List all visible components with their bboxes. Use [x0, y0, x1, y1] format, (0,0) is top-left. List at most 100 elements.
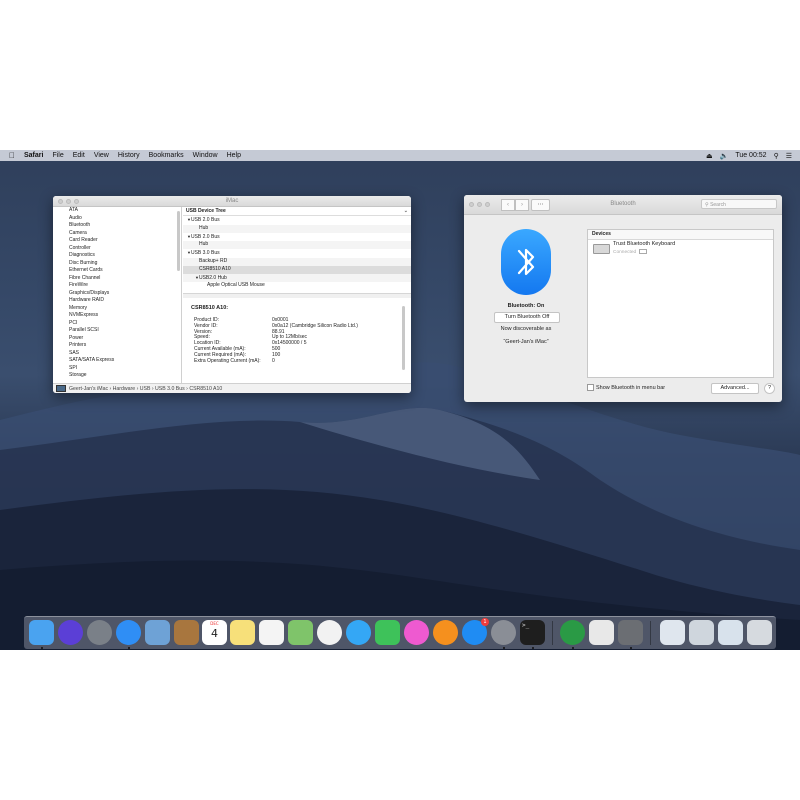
menu-edit[interactable]: Edit [73, 150, 85, 161]
system-preferences-icon[interactable] [491, 620, 516, 645]
tree-row[interactable]: ▼USB 2.0 Bus [183, 233, 411, 242]
textedit-icon[interactable] [589, 620, 614, 645]
sidebar-item-sas[interactable]: SAS [53, 350, 181, 358]
reminders-icon[interactable] [259, 620, 284, 645]
path-text[interactable]: Geert-Jan's iMac › Hardware › USB › USB … [69, 386, 222, 392]
itunes-icon[interactable] [404, 620, 429, 645]
sidebar-item-bluetooth[interactable]: Bluetooth [53, 222, 181, 230]
sidebar-item-controller[interactable]: Controller [53, 245, 181, 253]
show-in-menubar-checkbox[interactable] [587, 384, 594, 391]
tree-row-label: USB 3.0 Bus [190, 250, 220, 257]
menu-bookmarks[interactable]: Bookmarks [149, 150, 184, 161]
calendar-month: DEC [210, 621, 219, 626]
menu-app-name[interactable]: Safari [24, 150, 43, 161]
system-report-folder-icon[interactable] [689, 620, 714, 645]
dock: DEC 4 1 >_ [24, 616, 776, 649]
menu-window[interactable]: Window [193, 150, 218, 161]
messages-icon[interactable] [346, 620, 371, 645]
sidebar-item-parallel-scsi[interactable]: Parallel SCSI [53, 327, 181, 335]
sidebar-item-audio[interactable]: Audio [53, 215, 181, 223]
tree-row[interactable]: ▼USB2.0 Hub [183, 273, 411, 283]
ibooks-icon[interactable] [433, 620, 458, 645]
disk-utility-icon[interactable] [560, 620, 585, 645]
sidebar-item-hardware-raid[interactable]: Hardware RAID [53, 297, 181, 305]
tree-row-label: Hub [199, 241, 209, 248]
contacts-icon[interactable] [174, 620, 199, 645]
sidebar-item-nvmexpress[interactable]: NVMExpress [53, 312, 181, 320]
volume-icon[interactable]: 🔈 [720, 152, 729, 160]
tree-header-label: USB Device Tree [186, 208, 226, 214]
device-status: Connected [613, 249, 648, 255]
battery-icon [639, 249, 648, 254]
menu-view[interactable]: View [94, 150, 109, 161]
sidebar-item-camera[interactable]: Camera [53, 230, 181, 238]
sysinfo-titlebar[interactable]: iMac [53, 196, 411, 207]
spotlight-icon[interactable]: ⚲ [774, 152, 779, 160]
tree-row-label: Backup+ RD [199, 257, 228, 264]
siri-icon[interactable] [58, 620, 83, 645]
eject-icon[interactable]: ⏏ [706, 152, 713, 160]
search-field[interactable]: ⚲ Search [701, 199, 777, 209]
document-folder-icon[interactable] [660, 620, 685, 645]
sidebar-item-storage[interactable]: Storage [53, 372, 181, 380]
menu-history[interactable]: History [118, 150, 140, 161]
dock-separator [650, 621, 651, 645]
apple-menu-icon[interactable]:  [9, 151, 15, 160]
tree-row[interactable]: Hub [183, 241, 411, 250]
tree-row[interactable]: Apple Optical USB Mouse [183, 282, 411, 290]
show-in-menubar-option[interactable]: Show Bluetooth in menu bar [587, 384, 665, 391]
sidebar-item-ethernet-cards[interactable]: Ethernet Cards [53, 267, 181, 275]
usb-device-tree: USB Device Tree ⌄ ▼USB 2.0 Bus Hub ▼USB 2.0… [183, 207, 411, 293]
preview-icon[interactable] [145, 620, 170, 645]
devices-header: Devices [588, 230, 773, 240]
sidebar-item-fibre-channel[interactable]: Fibre Channel [53, 275, 181, 283]
tree-row[interactable]: Backup+ RD [183, 257, 411, 266]
sidebar-item-card-reader[interactable]: Card Reader [53, 237, 181, 245]
menu-file[interactable]: File [52, 150, 63, 161]
sidebar-item-diagnostics[interactable]: Diagnostics [53, 252, 181, 260]
sidebar-item-pci[interactable]: PCI [53, 320, 181, 328]
launchpad-icon[interactable] [87, 620, 112, 645]
dock-separator [552, 621, 553, 645]
tree-row[interactable]: ▼USB 3.0 Bus [183, 249, 411, 258]
menu-help[interactable]: Help [227, 150, 241, 161]
sidebar-item-ata[interactable]: ATA [53, 207, 181, 215]
tree-row-label: Apple Optical USB Mouse [207, 282, 265, 289]
sidebar-item-spi[interactable]: SPI [53, 365, 181, 373]
trash-icon[interactable] [747, 620, 772, 645]
downloads-folder-icon[interactable] [718, 620, 743, 645]
advanced-button[interactable]: Advanced... [711, 383, 759, 394]
tree-row[interactable]: CSR8510 A10 [183, 265, 411, 274]
tree-row[interactable]: Hub [183, 224, 411, 233]
calendar-icon[interactable]: DEC 4 [202, 620, 227, 645]
bluetooth-titlebar[interactable]: ‹ › ⋯ Bluetooth ⚲ Search [464, 195, 782, 215]
tree-row-label: USB 2.0 Bus [190, 233, 220, 240]
sidebar-item-firewire[interactable]: FireWire [53, 282, 181, 290]
facetime-icon[interactable] [375, 620, 400, 645]
safari-icon[interactable] [116, 620, 141, 645]
finder-icon[interactable] [29, 620, 54, 645]
sidebar-item-printers[interactable]: Printers [53, 342, 181, 350]
photos-icon[interactable] [317, 620, 342, 645]
sidebar-item-power[interactable]: Power [53, 335, 181, 343]
detail-scrollbar[interactable] [402, 306, 405, 370]
discoverable-name: “Geert-Jan's iMac” [503, 339, 549, 345]
device-status-text: Connected [613, 249, 637, 255]
detail-value: 0x0a12 (Cambridge Silicon Radio Ltd.) [272, 322, 358, 329]
maps-icon[interactable] [288, 620, 313, 645]
sidebar-scrollbar[interactable] [177, 211, 180, 271]
detail-label: Extra Operating Current (mA): [194, 357, 261, 364]
tree-header[interactable]: USB Device Tree ⌄ [183, 207, 411, 216]
terminal-icon[interactable]: >_ [520, 620, 545, 645]
tree-row[interactable]: ▼USB 2.0 Bus [183, 216, 411, 225]
menu-clock[interactable]: Tue 00:52 [735, 152, 766, 159]
sidebar-item-graphics-displays[interactable]: Graphics/Displays [53, 290, 181, 298]
sidebar-item-disc-burning[interactable]: Disc Burning [53, 260, 181, 268]
sidebar-item-memory[interactable]: Memory [53, 305, 181, 313]
sidebar-item-sata-sata-express[interactable]: SATA/SATA Express [53, 357, 181, 365]
help-button[interactable]: ? [764, 383, 775, 394]
notes-icon[interactable] [230, 620, 255, 645]
turn-bluetooth-off-button[interactable]: Turn Bluetooth Off [494, 312, 560, 323]
notification-center-icon[interactable]: ☰ [786, 152, 792, 160]
usb-tool-icon[interactable] [618, 620, 643, 645]
